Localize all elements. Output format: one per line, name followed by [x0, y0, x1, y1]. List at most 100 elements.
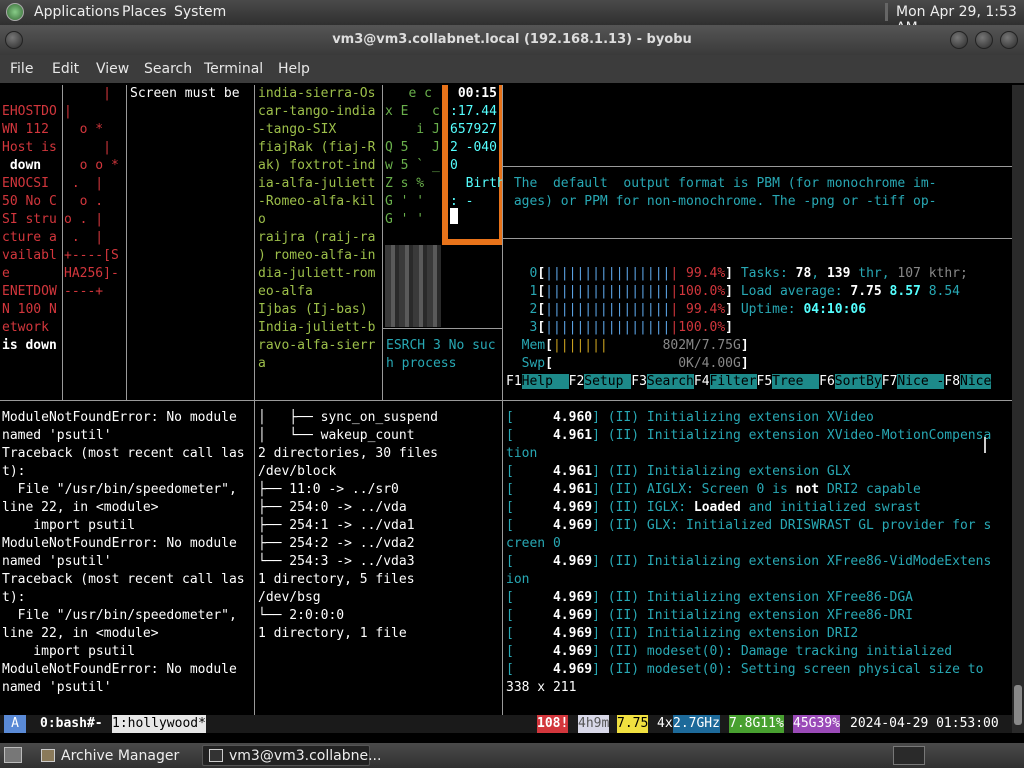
fkey-label[interactable]: Filter [709, 374, 757, 389]
scrollbar-thumb[interactable] [1014, 685, 1022, 725]
tree-output-pane[interactable]: │ ├── sync_on_suspend │ └── wakeup_count 2… [258, 409, 502, 709]
python-line: t): [2, 464, 26, 479]
bracket: ] [725, 266, 733, 281]
window-tab-bash[interactable]: 0:bash#- [40, 715, 103, 733]
errno-line: down [2, 158, 42, 173]
log-message: (II) Initializing extension XFree86-DGA [607, 590, 914, 605]
bracket: [ [537, 284, 546, 299]
bracket: [ [506, 590, 553, 605]
errno-search-line: ESRCH 3 No suc [386, 338, 496, 353]
fkey-label[interactable]: Tree [772, 374, 820, 389]
cpu-meter-row: 2[||||||||||||||||| 99.4%] Uptime: 04:10… [506, 301, 1012, 319]
log-timestamp: 4.969 [552, 500, 593, 515]
log-message: (II) Initializing extension XVideo [607, 410, 874, 425]
fkey-f3[interactable]: F3 [631, 374, 647, 389]
menu-terminal[interactable]: Terminal [204, 61, 263, 77]
fkey-label[interactable]: Search [646, 374, 694, 389]
load-1: 7.75 [850, 284, 882, 299]
nato-alphabet-pane[interactable]: india-sierra-Os car-tango-india -tango-SIX… [258, 85, 382, 385]
thr-label: thr, [850, 266, 898, 281]
uptime-value: 04:10:06 [803, 302, 867, 317]
window-tab-hollywood[interactable]: 1:hollywood* [112, 715, 206, 733]
fkey-f2[interactable]: F2 [569, 374, 585, 389]
nato-line: fiajRak (fiaj-R [258, 140, 376, 155]
cpu-percent: 99.4% [678, 266, 726, 281]
fkey-label[interactable]: Nice [960, 374, 992, 389]
pane-divider [126, 85, 127, 400]
fkey-f6[interactable]: F6 [819, 374, 835, 389]
bracket: ] [592, 608, 608, 623]
fkey-f8[interactable]: F8 [944, 374, 960, 389]
fkey-f1[interactable]: F1 [506, 374, 522, 389]
matrix-line: e c [385, 86, 432, 101]
tree-line: └── 254:3 -> ../vda3 [258, 554, 415, 569]
menu-view[interactable]: View [96, 61, 129, 77]
fkey-label[interactable]: Setup [584, 374, 632, 389]
bracket: [ [506, 518, 553, 533]
log-emphasis: Loaded [686, 500, 749, 515]
menu-help[interactable]: Help [278, 61, 310, 77]
fkey-f7[interactable]: F7 [882, 374, 898, 389]
show-desktop-icon[interactable] [4, 747, 22, 763]
stopwatch-line: Birth [450, 176, 502, 191]
terminal-area[interactable]: EHOSTDO WN 112 Host is down ENOCSI 50 No C SI… [0, 85, 1012, 715]
fkey-f4[interactable]: F4 [694, 374, 710, 389]
log-timestamp: 4.961 [552, 428, 593, 443]
applications-menu[interactable]: Applications [34, 4, 120, 20]
errno-search-pane[interactable]: ESRCH 3 No suc h process [386, 337, 502, 397]
load-label: Load average: [740, 284, 851, 299]
errno-search-line: h process [386, 356, 457, 371]
errno-pane[interactable]: EHOSTDO WN 112 Host is down ENOCSI 50 No C SI… [2, 103, 62, 393]
log-message: DRI2 capable [826, 482, 921, 497]
fkey-label[interactable]: Help [521, 374, 569, 389]
top-panel: Applications Places System Mon Apr 29, 1… [0, 0, 1024, 36]
menu-file[interactable]: File [10, 61, 33, 77]
matrix-line: Z s % [385, 176, 425, 191]
htop-pane[interactable]: 0[||||||||||||||||| 99.4%] Tasks: 78, 13… [506, 265, 1012, 395]
system-menu[interactable]: System [174, 4, 226, 20]
task-archive-manager[interactable]: Archive Manager [34, 745, 200, 766]
menu-search[interactable]: Search [144, 61, 192, 77]
menu-edit[interactable]: Edit [52, 61, 79, 77]
close-icon[interactable] [1000, 31, 1018, 49]
ssh-randomart-pane[interactable]: | | o * | o o * . | o . o . | . | +----[S HA… [64, 85, 126, 385]
man-page-pane[interactable]: The default output format is PBM (for mo… [506, 175, 1012, 235]
bracket: [ [506, 644, 553, 659]
terminal-scrollbar[interactable] [1012, 85, 1024, 733]
bracket: ] [725, 302, 733, 317]
workspace-switcher-icon[interactable] [893, 746, 925, 765]
matrix-line: G ' ' [385, 212, 425, 227]
matrix-clock-pane[interactable]: e cx E c i JQ 5 Jw 5 ` _ Z s % G ' ' G ' ' … [385, 85, 502, 328]
python-error-pane[interactable]: ModuleNotFoundError: No module named 'psu… [2, 409, 254, 709]
bracket: ] [592, 626, 608, 641]
load-5: 8.57 [889, 284, 921, 299]
xorg-log-pane[interactable]: [ 4.960] (II) Initializing extension XVi… [506, 409, 1012, 715]
fkey-label[interactable]: SortBy [834, 374, 882, 389]
cpu-percent: 99.4% [678, 302, 726, 317]
cpu-count-badge: 4x [657, 716, 673, 731]
maximize-icon[interactable] [975, 31, 993, 49]
status-datetime: 2024-04-29 01:53:00 [850, 716, 999, 731]
task-terminal[interactable]: vm3@vm3.collabne... [202, 745, 381, 766]
nato-line: india-sierra-Os [258, 86, 376, 101]
fkey-label[interactable]: Nice - [897, 374, 945, 389]
pane-divider [503, 166, 1012, 167]
nato-line: ) romeo-alfa-in [258, 248, 376, 263]
mem-bars: ||||||| [552, 338, 608, 353]
byobu-status-bar: A 0:bash#- 1:hollywood* 108! 4h9m 7.75 4… [0, 715, 1012, 733]
distro-logo-icon[interactable] [6, 3, 24, 21]
places-menu[interactable]: Places [122, 4, 167, 20]
swap-value: 0K/4.00G [678, 356, 741, 371]
log-line: [ 4.969] (II) Initializing extension DRI… [506, 625, 1012, 643]
window-titlebar[interactable]: vm3@vm3.collabnet.local (192.168.1.13) -… [0, 25, 1024, 55]
log-line: [ 4.960] (II) Initializing extension XVi… [506, 409, 1012, 427]
log-message: (II) IGLX: [607, 500, 687, 515]
fkey-f5[interactable]: F5 [757, 374, 773, 389]
screen-pane[interactable]: Screen must be [130, 85, 254, 385]
htop-function-keys: F1Help F2Setup F3SearchF4FilterF5Tree F6… [506, 373, 1012, 391]
byobu-logo[interactable]: A [4, 715, 26, 733]
log-line: [ 4.969] (II) Initializing extension XFr… [506, 607, 1012, 625]
bracket: ] [592, 518, 608, 533]
minimize-icon[interactable] [950, 31, 968, 49]
cpu-bars: |||||||||||||||| [545, 320, 671, 335]
